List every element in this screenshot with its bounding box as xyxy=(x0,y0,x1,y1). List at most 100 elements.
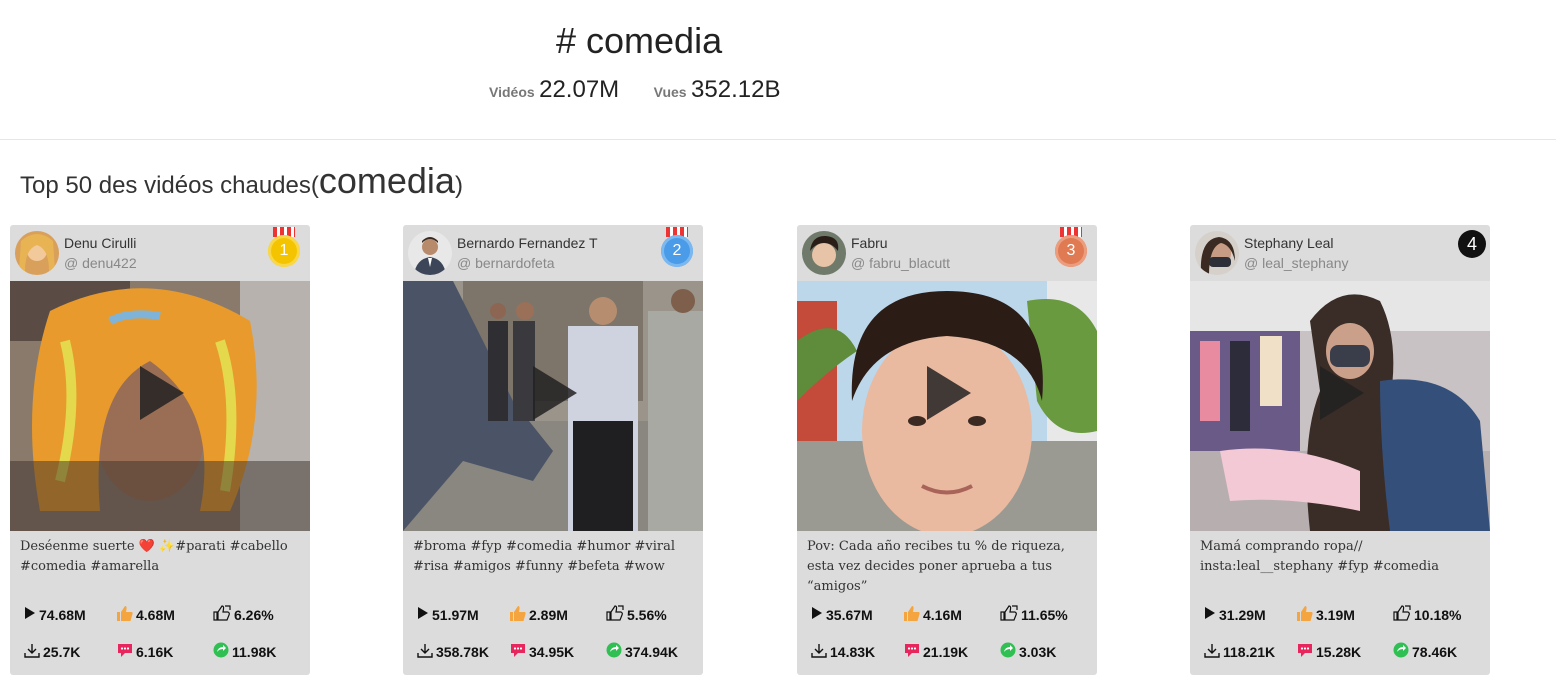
shares-value: 78.46K xyxy=(1412,643,1458,660)
video-metrics: 31.29M 3.19M 10.18% 118.21K 15.28K 78.46… xyxy=(1204,596,1486,670)
video-card[interactable]: Denu Cirulli @ denu422 1 Deséenme suerte… xyxy=(10,225,310,675)
downloads-metric: 118.21K xyxy=(1204,643,1297,661)
play-count-icon xyxy=(811,606,823,623)
engagement-icon xyxy=(1393,605,1411,624)
engagement-metric: 6.26% xyxy=(213,605,274,624)
avatar[interactable] xyxy=(802,231,846,275)
likes-metric: 4.16M xyxy=(904,605,1000,624)
video-card[interactable]: Bernardo Fernandez T @ bernardofeta 2 #b… xyxy=(403,225,703,675)
shares-metric: 374.94K xyxy=(606,642,678,661)
downloads-value: 358.78K xyxy=(436,643,489,660)
plays-value: 31.29M xyxy=(1219,606,1266,623)
likes-metric: 4.68M xyxy=(117,605,213,624)
play-icon[interactable] xyxy=(533,366,577,420)
avatar[interactable] xyxy=(408,231,452,275)
author-name[interactable]: Bernardo Fernandez T xyxy=(457,235,598,251)
engagement-icon xyxy=(213,605,231,624)
plays-value: 35.67M xyxy=(826,606,873,623)
section-title-suffix: ) xyxy=(454,172,463,199)
views-label: Vues xyxy=(653,84,687,100)
likes-value: 3.19M xyxy=(1316,606,1355,623)
comments-metric: 15.28K xyxy=(1297,643,1393,661)
comment-icon xyxy=(117,643,133,661)
play-icon[interactable] xyxy=(1320,366,1364,420)
plays-value: 74.68M xyxy=(39,606,86,623)
downloads-metric: 14.83K xyxy=(811,643,904,661)
section-title-prefix: Top 50 des vidéos chaudes( xyxy=(20,172,319,199)
engagement-value: 10.18% xyxy=(1414,606,1462,623)
download-icon xyxy=(417,643,433,661)
author-handle[interactable]: @ leal_stephany xyxy=(1244,255,1349,271)
video-card[interactable]: Fabru @ fabru_blacutt 3 Pov: Cada año re… xyxy=(797,225,1097,675)
avatar[interactable] xyxy=(15,231,59,275)
plays-value: 51.97M xyxy=(432,606,479,623)
engagement-value: 6.26% xyxy=(234,606,274,623)
video-thumbnail[interactable] xyxy=(1190,281,1490,531)
share-icon xyxy=(213,642,229,661)
share-icon xyxy=(1000,642,1016,661)
comment-icon xyxy=(510,643,526,661)
video-metrics: 51.97M 2.89M 5.56% 358.78K 34.95K 374.94… xyxy=(417,596,699,670)
author-name[interactable]: Fabru xyxy=(851,235,888,251)
play-icon[interactable] xyxy=(927,366,971,420)
play-count-icon xyxy=(24,606,36,623)
hashtag-title: # comedia xyxy=(556,20,723,61)
engagement-value: 5.56% xyxy=(627,606,667,623)
card-header: Fabru @ fabru_blacutt 3 xyxy=(797,225,1097,281)
author-handle[interactable]: @ fabru_blacutt xyxy=(851,255,950,271)
bronze-medal-icon: 3 xyxy=(1055,227,1087,267)
comments-metric: 6.16K xyxy=(117,643,213,661)
video-description: Pov: Cada año recibes tu % de riqueza, e… xyxy=(807,539,1065,594)
author-handle[interactable]: @ denu422 xyxy=(64,255,137,271)
play-icon[interactable] xyxy=(140,366,184,420)
author-handle[interactable]: @ bernardofeta xyxy=(457,255,555,271)
comments-value: 6.16K xyxy=(136,643,174,660)
video-thumbnail[interactable] xyxy=(797,281,1097,531)
video-thumbnail[interactable] xyxy=(403,281,703,531)
plays-metric: 51.97M xyxy=(417,606,510,623)
engagement-metric: 5.56% xyxy=(606,605,667,624)
download-icon xyxy=(1204,643,1220,661)
section-title: Top 50 des vidéos chaudes(comedia) xyxy=(20,160,463,202)
shares-metric: 78.46K xyxy=(1393,642,1457,661)
avatar[interactable] xyxy=(1195,231,1239,275)
rank-number: 2 xyxy=(661,235,693,267)
shares-metric: 3.03K xyxy=(1000,642,1056,661)
video-description: Mamá comprando ropa// insta:leal__stepha… xyxy=(1200,539,1439,574)
plays-metric: 35.67M xyxy=(811,606,904,623)
gold-medal-icon: 1 xyxy=(268,227,300,267)
author-name[interactable]: Stephany Leal xyxy=(1244,235,1334,251)
video-card[interactable]: Stephany Leal @ leal_stephany 4 Mamá com… xyxy=(1190,225,1490,675)
download-icon xyxy=(811,643,827,661)
card-header: Denu Cirulli @ denu422 1 xyxy=(10,225,310,281)
shares-value: 3.03K xyxy=(1019,643,1057,660)
engagement-icon xyxy=(606,605,624,624)
comments-value: 15.28K xyxy=(1316,643,1362,660)
shares-metric: 11.98K xyxy=(213,642,276,661)
engagement-value: 11.65% xyxy=(1021,606,1068,623)
section-title-tag: comedia xyxy=(318,160,455,201)
likes-metric: 3.19M xyxy=(1297,605,1393,624)
downloads-metric: 358.78K xyxy=(417,643,510,661)
video-description: Deséenme suerte ❤️ ✨#parati #cabello #co… xyxy=(20,539,288,574)
silver-medal-icon: 2 xyxy=(661,227,693,267)
comment-icon xyxy=(1297,643,1313,661)
share-icon xyxy=(606,642,622,661)
plays-metric: 31.29M xyxy=(1204,606,1297,623)
thumbs-up-icon xyxy=(904,605,920,624)
comments-metric: 21.19K xyxy=(904,643,1000,661)
comments-value: 34.95K xyxy=(529,643,575,660)
rank-number: 3 xyxy=(1055,235,1087,267)
hashtag-header: # comedia Vidéos 22.07M Vues 352.12B xyxy=(0,0,1556,140)
downloads-metric: 25.7K xyxy=(24,643,117,661)
thumbs-up-icon xyxy=(510,605,526,624)
video-thumbnail[interactable] xyxy=(10,281,310,531)
videos-label: Vidéos xyxy=(489,84,535,100)
shares-value: 374.94K xyxy=(625,643,678,660)
likes-metric: 2.89M xyxy=(510,605,606,624)
shares-value: 11.98K xyxy=(232,643,277,660)
author-name[interactable]: Denu Cirulli xyxy=(64,235,136,251)
hashtag-stats: Vidéos 22.07M Vues 352.12B xyxy=(489,76,810,104)
comments-value: 21.19K xyxy=(923,643,969,660)
plays-metric: 74.68M xyxy=(24,606,117,623)
